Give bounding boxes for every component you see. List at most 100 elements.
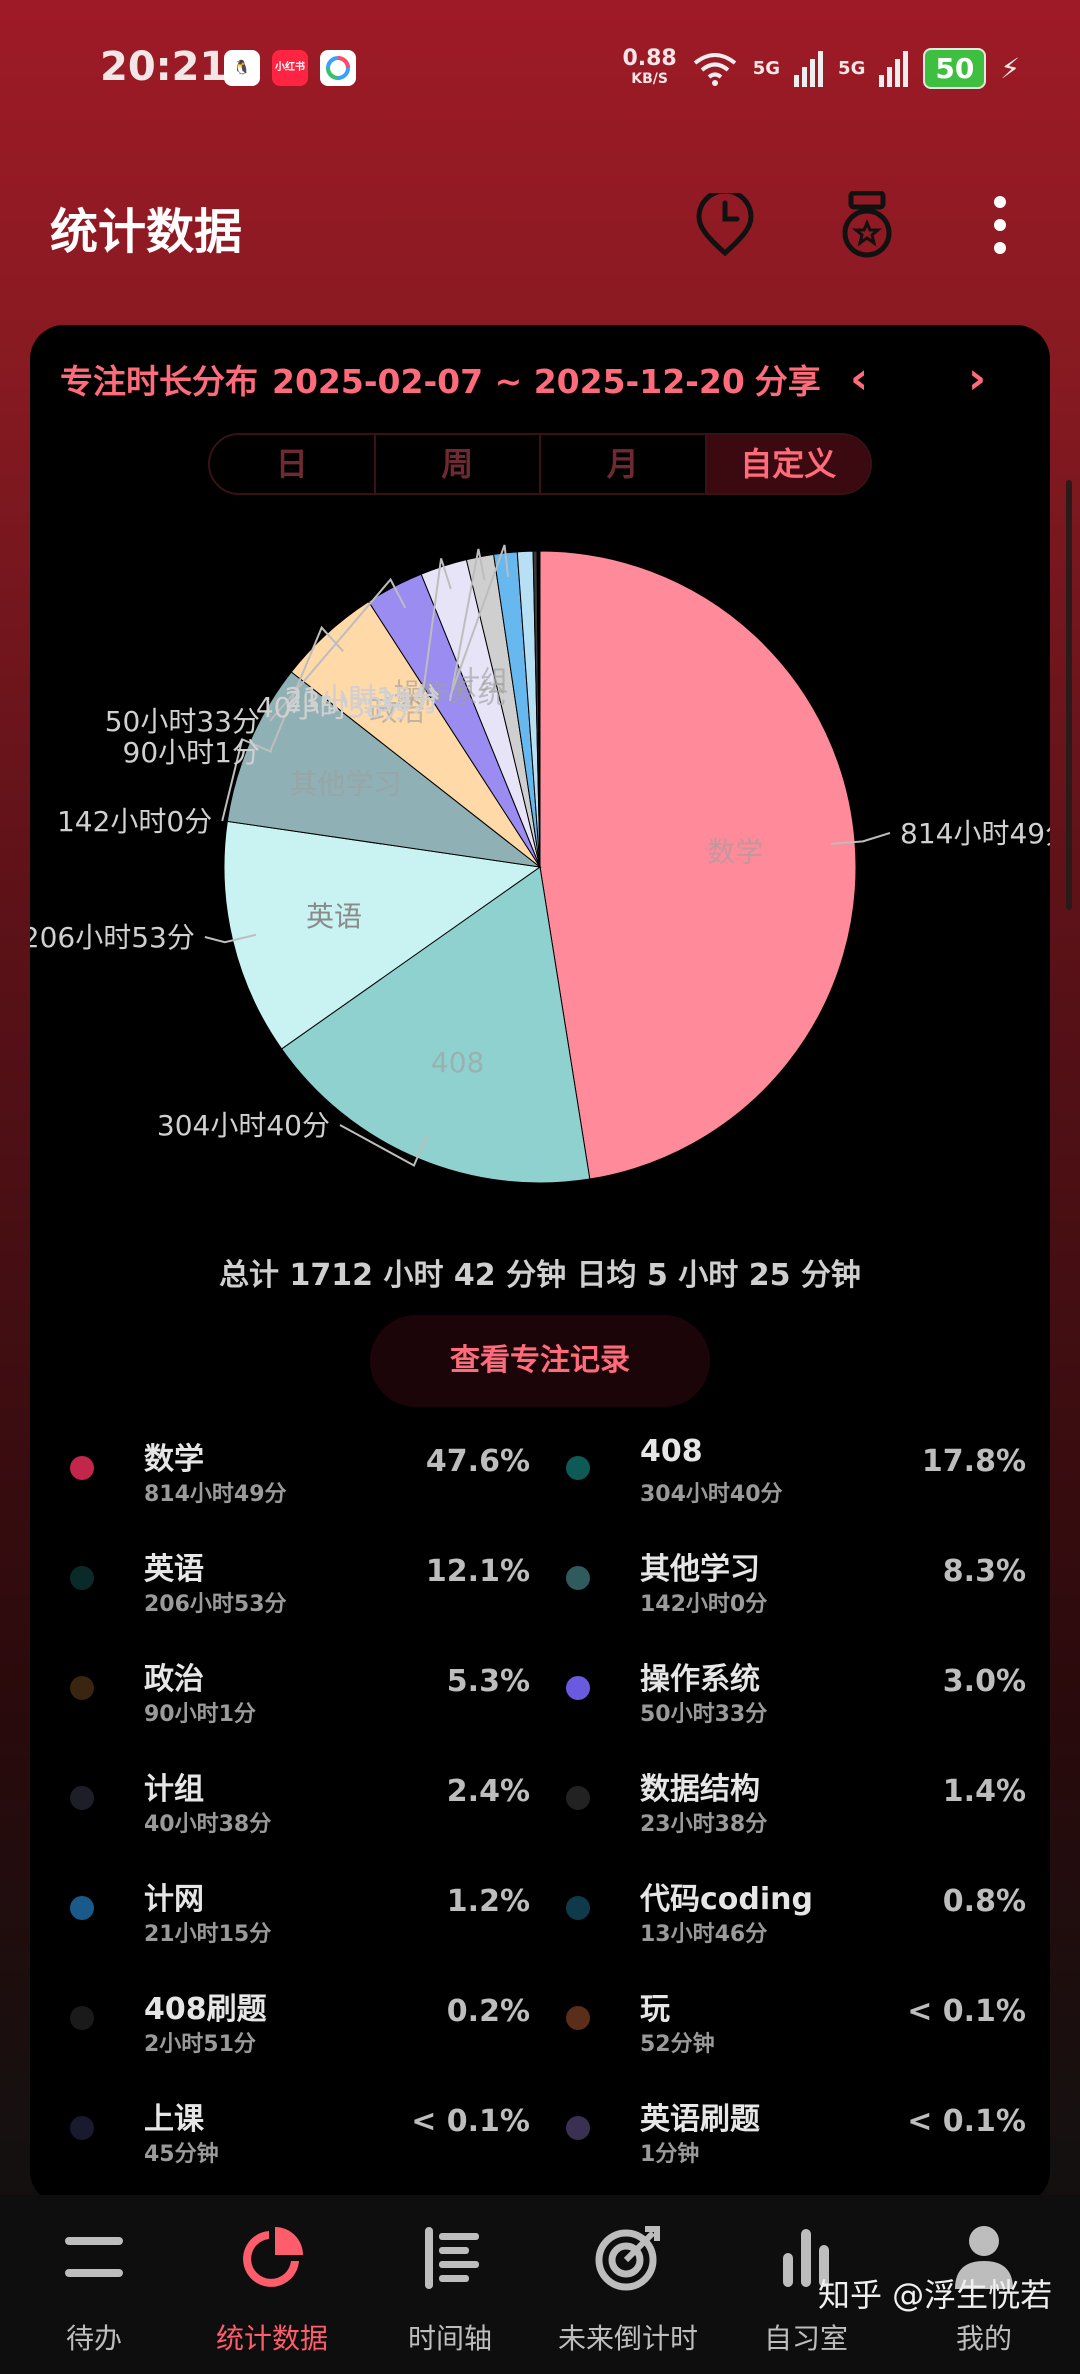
legend-item[interactable]: 玩 52分钟 < 0.1% <box>526 1980 1026 2080</box>
pie-slice-0[interactable] <box>539 550 857 1180</box>
legend-item[interactable]: 数据结构 23小时38分 1.4% <box>526 1760 1026 1860</box>
legend-name: 英语 <box>144 1552 204 1587</box>
nav-timeline[interactable]: 时间轴 <box>360 2195 540 2374</box>
pie-inner-label-3: 其他学习 <box>289 768 401 801</box>
legend-percent: < 0.1% <box>907 2104 1026 2139</box>
share-link[interactable]: 分享 <box>755 362 821 401</box>
timeline-icon <box>425 2227 479 2289</box>
legend-duration: 40小时38分 <box>144 1812 272 1837</box>
legend-item[interactable]: 其他学习 142小时0分 8.3% <box>526 1540 1026 1640</box>
segment-day[interactable]: 日 <box>210 435 376 493</box>
nav-label-me: 我的 <box>955 2322 1012 2355</box>
battery-indicator: 50 <box>923 48 987 89</box>
legend-item[interactable]: 计组 40小时38分 2.4% <box>30 1760 530 1860</box>
nav-countdown[interactable]: 未来倒计时 <box>538 2195 718 2374</box>
pie-inner-label-1: 408 <box>431 1046 484 1079</box>
legend-color-dot <box>70 1896 94 1920</box>
pie-inner-label-2: 英语 <box>306 900 362 933</box>
charging-icon: ⚡ <box>1000 52 1020 85</box>
legend-duration: 814小时49分 <box>144 1482 287 1507</box>
watermark: 知乎 @浮生恍若 <box>818 2276 1053 2314</box>
legend-item[interactable]: 计网 21小时15分 1.2% <box>30 1870 530 1970</box>
prev-range-chevron-left-icon[interactable]: ‹ <box>850 353 868 404</box>
legend-duration: 1分钟 <box>640 2142 700 2167</box>
legend-duration: 50小时33分 <box>640 1702 768 1727</box>
segment-custom[interactable]: 自定义 <box>706 435 870 493</box>
card-header: 专注时长分布 2025-02-07 ~ 2025-12-20 分享 <box>60 355 835 403</box>
legend-duration: 2小时51分 <box>144 2032 256 2057</box>
pie-outer-label-3: 142小时0分 <box>57 805 212 838</box>
nav-todo[interactable]: 待办 <box>4 2195 184 2374</box>
more-vert-icon[interactable] <box>965 190 1035 260</box>
clock-pin-icon[interactable] <box>690 190 760 260</box>
legend-duration: 52分钟 <box>640 2032 715 2057</box>
legend-color-dot <box>70 1786 94 1810</box>
status-time: 20:21 <box>100 44 228 90</box>
legend-name: 玩 <box>640 1992 670 2027</box>
legend-color-dot <box>566 1896 590 1920</box>
next-range-chevron-right-icon[interactable]: › <box>968 353 986 404</box>
legend-percent: 2.4% <box>446 1774 530 1809</box>
legend-name: 数学 <box>144 1442 204 1477</box>
pie-outer-label-2: 206小时53分 <box>30 921 195 954</box>
segment-month[interactable]: 月 <box>541 435 707 493</box>
pie-outer-label-5: 50小时33分 <box>105 705 260 738</box>
legend-percent: 1.4% <box>942 1774 1026 1809</box>
legend-percent: 47.6% <box>425 1444 530 1479</box>
pie-outer-label-1: 304小时40分 <box>157 1109 330 1142</box>
date-range[interactable]: 2025-02-07 ~ 2025-12-20 <box>272 362 745 401</box>
net-speed-unit: KB/S <box>631 70 668 87</box>
legend-item[interactable]: 代码coding 13小时46分 0.8% <box>526 1870 1026 1970</box>
legend-duration: 304小时40分 <box>640 1482 783 1507</box>
nav-stats[interactable]: 统计数据 <box>182 2195 362 2374</box>
app-bar: 统计数据 <box>0 170 1080 280</box>
signal-2-icon <box>879 50 909 87</box>
net-speed-value: 0.88 <box>622 45 677 71</box>
scrollbar[interactable] <box>1066 480 1072 910</box>
legend-percent: 1.2% <box>446 1884 530 1919</box>
legend-name: 操作系统 <box>640 1662 760 1697</box>
status-bar: 20:21 🐧 小红书 0.88 KB/S 5G 5G 50 ⚡ <box>0 0 1080 140</box>
pie-outer-label-8: 21小时15分 <box>285 681 440 714</box>
focus-pie-chart: 数学408英语其他学习政治操作系统计组814小时49分304小时40分206小时… <box>30 544 1050 1184</box>
legend-color-dot <box>70 1676 94 1700</box>
legend-color-dot <box>70 1566 94 1590</box>
legend-color-dot <box>70 1456 94 1480</box>
signal-1-icon <box>794 50 824 87</box>
legend-name: 408刷题 <box>144 1992 267 2027</box>
legend-item[interactable]: 政治 90小时1分 5.3% <box>30 1650 530 1750</box>
legend-percent: 12.1% <box>425 1554 530 1589</box>
net-speed: 0.88 KB/S <box>622 45 677 89</box>
legend-percent: 3.0% <box>942 1664 1026 1699</box>
legend-color-dot <box>566 1676 590 1700</box>
summary-text: 总计 1712 小时 42 分钟 日均 5 小时 25 分钟 <box>219 1258 861 1293</box>
medal-icon[interactable] <box>832 190 902 260</box>
segment-week[interactable]: 周 <box>376 435 541 493</box>
legend-name: 计组 <box>144 1772 204 1807</box>
status-right: 0.88 KB/S 5G 5G 50 ⚡ <box>622 45 1020 89</box>
legend-item[interactable]: 操作系统 50小时33分 3.0% <box>526 1650 1026 1750</box>
nav-label-countdown: 未来倒计时 <box>557 2322 698 2355</box>
legend-item[interactable]: 英语刷题 1分钟 < 0.1% <box>526 2090 1026 2190</box>
legend-name: 408 <box>640 1434 703 1469</box>
legend-percent: 5.3% <box>446 1664 530 1699</box>
legend-name: 上课 <box>144 2102 204 2137</box>
legend-percent: < 0.1% <box>411 2104 530 2139</box>
legend-item[interactable]: 408 304小时40分 17.8% <box>526 1430 1026 1530</box>
todo-list-icon <box>65 2237 123 2277</box>
header-label: 专注时长分布 <box>60 362 258 401</box>
legend-color-dot <box>70 2116 94 2140</box>
legend-item[interactable]: 上课 45分钟 < 0.1% <box>30 2090 530 2190</box>
nav-label-timeline: 时间轴 <box>407 2322 492 2355</box>
legend-item[interactable]: 408刷题 2小时51分 0.2% <box>30 1980 530 2080</box>
legend-item[interactable]: 数学 814小时49分 47.6% <box>30 1430 530 1530</box>
target-icon <box>595 2226 660 2291</box>
legend-name: 其他学习 <box>640 1552 760 1587</box>
view-records-button[interactable]: 查看专注记录 <box>370 1315 710 1407</box>
legend-item[interactable]: 英语 206小时53分 12.1% <box>30 1540 530 1640</box>
pie-outer-label-4: 90小时1分 <box>123 736 260 769</box>
legend-percent: < 0.1% <box>907 1994 1026 2029</box>
legend-duration: 13小时46分 <box>640 1922 768 1947</box>
nav-label-todo: 待办 <box>65 2322 122 2355</box>
legend-color-dot <box>566 2006 590 2030</box>
